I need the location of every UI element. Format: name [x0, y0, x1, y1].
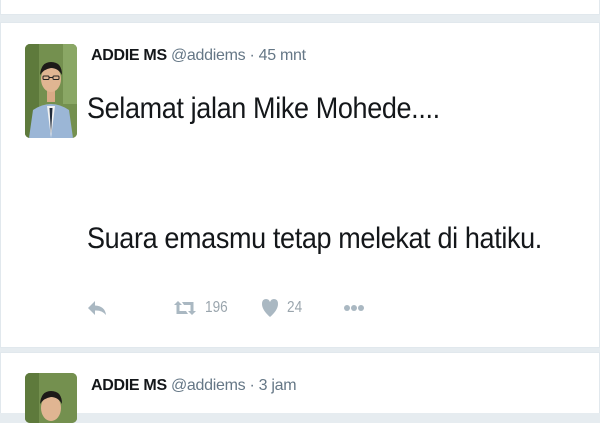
avatar[interactable] — [25, 373, 77, 423]
avatar[interactable] — [25, 44, 77, 138]
avatar-photo — [25, 373, 77, 423]
like-count: 24 — [287, 299, 303, 316]
previous-tweet-card[interactable] — [0, 0, 600, 15]
like-button[interactable]: 24 — [261, 293, 305, 323]
tweet-text-line: Suara emasmu tetap melekat di hatiku. — [87, 222, 542, 255]
tweet-actions: 196 24 — [87, 293, 487, 323]
heart-icon — [262, 299, 278, 317]
tweet-card[interactable]: ADDIE MS @addiems · 45 mnt Selamat jalan… — [0, 22, 600, 348]
tweet-card[interactable]: ADDIE MS @addiems · 3 jam — [0, 352, 600, 423]
fullname[interactable]: ADDIE MS — [91, 47, 167, 64]
tweet-header: ADDIE MS @addiems · 45 mnt — [91, 47, 306, 67]
retweet-button[interactable]: 196 — [173, 293, 232, 323]
timeline: ADDIE MS @addiems · 45 mnt Selamat jalan… — [0, 0, 600, 423]
avatar-photo — [25, 44, 77, 138]
more-button[interactable] — [343, 293, 365, 323]
timestamp[interactable]: 45 mnt — [259, 47, 306, 64]
tweet-header: ADDIE MS @addiems · 3 jam — [91, 377, 297, 397]
retweet-count: 196 — [205, 299, 228, 316]
more-icon — [344, 305, 364, 311]
reply-button[interactable] — [87, 293, 107, 323]
timestamp[interactable]: 3 jam — [259, 377, 297, 394]
username[interactable]: @addiems — [171, 47, 246, 64]
separator: · — [249, 47, 255, 64]
separator: · — [249, 377, 255, 394]
tweet-text-line: Selamat jalan Mike Mohede.... — [87, 92, 440, 125]
username[interactable]: @addiems — [171, 377, 246, 394]
fullname[interactable]: ADDIE MS — [91, 377, 167, 394]
retweet-icon — [174, 301, 196, 315]
reply-icon — [88, 301, 106, 315]
